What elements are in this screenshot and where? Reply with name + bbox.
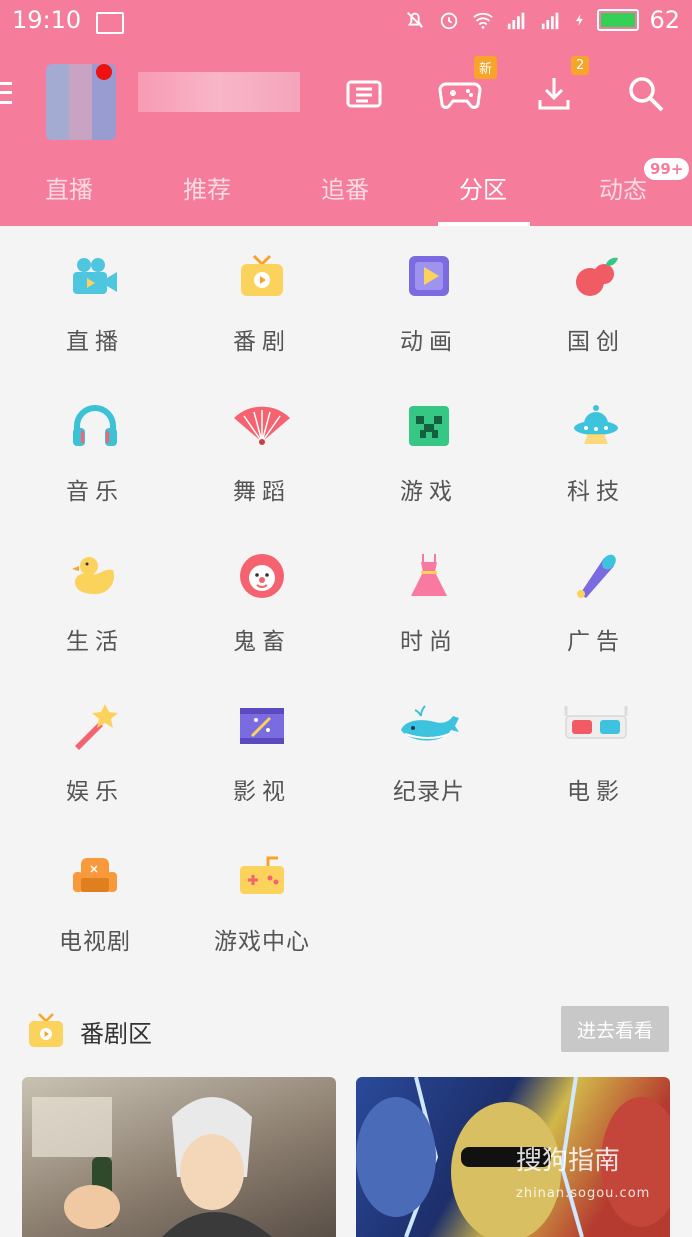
charging-icon: [576, 14, 584, 26]
card-thumbnail: [356, 1077, 670, 1237]
fan-icon: [234, 406, 290, 445]
watermark-brand: 搜狗指南: [516, 1146, 621, 1176]
peach-icon: [576, 257, 618, 296]
category-label: 广告: [567, 629, 625, 655]
category-label: 游戏中心: [214, 929, 310, 955]
download-count-badge: 2: [571, 56, 590, 75]
ufo-icon: [574, 405, 618, 444]
mute-icon: [407, 12, 424, 28]
category-label: 科技: [567, 479, 625, 505]
category-kichiku[interactable]: 鬼畜: [178, 542, 346, 692]
top-bar: 新 2: [0, 56, 692, 140]
play-icon: [409, 256, 449, 296]
signal-4g-icon: [542, 12, 559, 30]
search-icon[interactable]: [626, 74, 666, 114]
clown-icon: [240, 554, 284, 598]
category-label: 时尚: [400, 629, 458, 655]
signal-icon: [508, 12, 525, 30]
whale-icon: [401, 705, 459, 741]
tab-following-anime[interactable]: 追番: [276, 170, 414, 205]
category-technology[interactable]: 科技: [512, 392, 680, 542]
tab-categories[interactable]: 分区: [414, 170, 552, 205]
category-dance[interactable]: 舞蹈: [178, 392, 346, 542]
megaphone-icon: [577, 554, 616, 598]
category-film-tv[interactable]: 影视: [178, 692, 346, 842]
tab-live[interactable]: 直播: [0, 170, 138, 205]
sofa-icon: [73, 858, 117, 892]
tab-bar: 直播 推荐 追番 分区 动态: [0, 160, 692, 226]
enter-section-button[interactable]: 进去看看: [561, 1006, 669, 1052]
category-label: 国创: [567, 329, 625, 355]
app-header: 19:10 62 新 2 直播 推荐 追番 分区 动态: [0, 0, 692, 226]
3d-glasses-icon: [564, 706, 628, 739]
status-bar: 19:10 62: [0, 0, 692, 44]
category-music[interactable]: 音乐: [11, 392, 179, 542]
category-label: 音乐: [66, 479, 124, 505]
category-tv-series[interactable]: 电视剧: [11, 842, 179, 992]
category-label: 鬼畜: [233, 629, 291, 655]
duck-icon: [72, 557, 115, 594]
category-advertising[interactable]: 广告: [512, 542, 680, 692]
category-label: 游戏: [400, 479, 458, 505]
ticket-icon[interactable]: [344, 74, 384, 114]
creeper-icon: [409, 406, 449, 446]
tv-icon: [241, 254, 283, 296]
category-movie[interactable]: 电影: [512, 692, 680, 842]
category-fashion[interactable]: 时尚: [345, 542, 513, 692]
game-new-badge: 新: [474, 56, 498, 79]
category-live[interactable]: 直播: [11, 242, 179, 392]
category-label: 舞蹈: [233, 479, 291, 505]
menu-icon[interactable]: [0, 82, 12, 104]
tab-recommend[interactable]: 推荐: [138, 170, 276, 205]
dynamic-count-badge: 99+: [644, 158, 690, 180]
category-entertainment[interactable]: 娱乐: [11, 692, 179, 842]
camera-icon: [73, 258, 117, 294]
active-tab-indicator: [438, 222, 530, 226]
image-notification-icon: [96, 12, 124, 34]
game-controller-icon[interactable]: [438, 74, 482, 114]
status-time: 19:10: [12, 6, 82, 34]
category-label: 影视: [233, 779, 291, 805]
card-thumbnail: [32, 1097, 272, 1237]
category-guochuang[interactable]: 国创: [512, 242, 680, 392]
category-label: 纪录片: [393, 779, 465, 805]
status-icons: 62: [403, 6, 680, 34]
section-title: 番剧区: [80, 1020, 152, 1048]
category-label: 番剧: [233, 329, 291, 355]
film-icon: [240, 708, 284, 744]
alarm-icon: [441, 12, 458, 30]
battery-icon: [597, 9, 640, 31]
battery-level: 62: [649, 6, 680, 34]
category-documentary[interactable]: 纪录片: [345, 692, 513, 842]
username-blurred[interactable]: [138, 72, 300, 112]
bangumi-section-header: 番剧区 进去看看: [0, 1002, 692, 1058]
category-label: 动画: [400, 329, 458, 355]
category-animation[interactable]: 动画: [345, 242, 513, 392]
category-game[interactable]: 游戏: [345, 392, 513, 542]
notification-dot: [96, 64, 112, 80]
category-label: 电视剧: [59, 929, 131, 955]
category-label: 电影: [567, 779, 625, 805]
download-icon[interactable]: [534, 74, 574, 114]
category-bangumi[interactable]: 番剧: [178, 242, 346, 392]
headphones-icon: [73, 405, 117, 446]
category-game-center[interactable]: 游戏中心: [178, 842, 346, 992]
magic-wand-icon: [75, 704, 118, 750]
tv-icon: [29, 1013, 63, 1047]
category-label: 生活: [66, 629, 124, 655]
category-label: 直播: [66, 329, 124, 355]
wifi-icon: [473, 12, 494, 29]
gamepad-icon: [240, 856, 284, 894]
bangumi-card[interactable]: [22, 1077, 336, 1237]
category-label: 娱乐: [66, 779, 124, 805]
dress-icon: [411, 554, 447, 596]
category-life[interactable]: 生活: [11, 542, 179, 692]
bangumi-card[interactable]: [356, 1077, 670, 1237]
watermark-url: zhinan.sogou.com: [516, 1186, 651, 1201]
